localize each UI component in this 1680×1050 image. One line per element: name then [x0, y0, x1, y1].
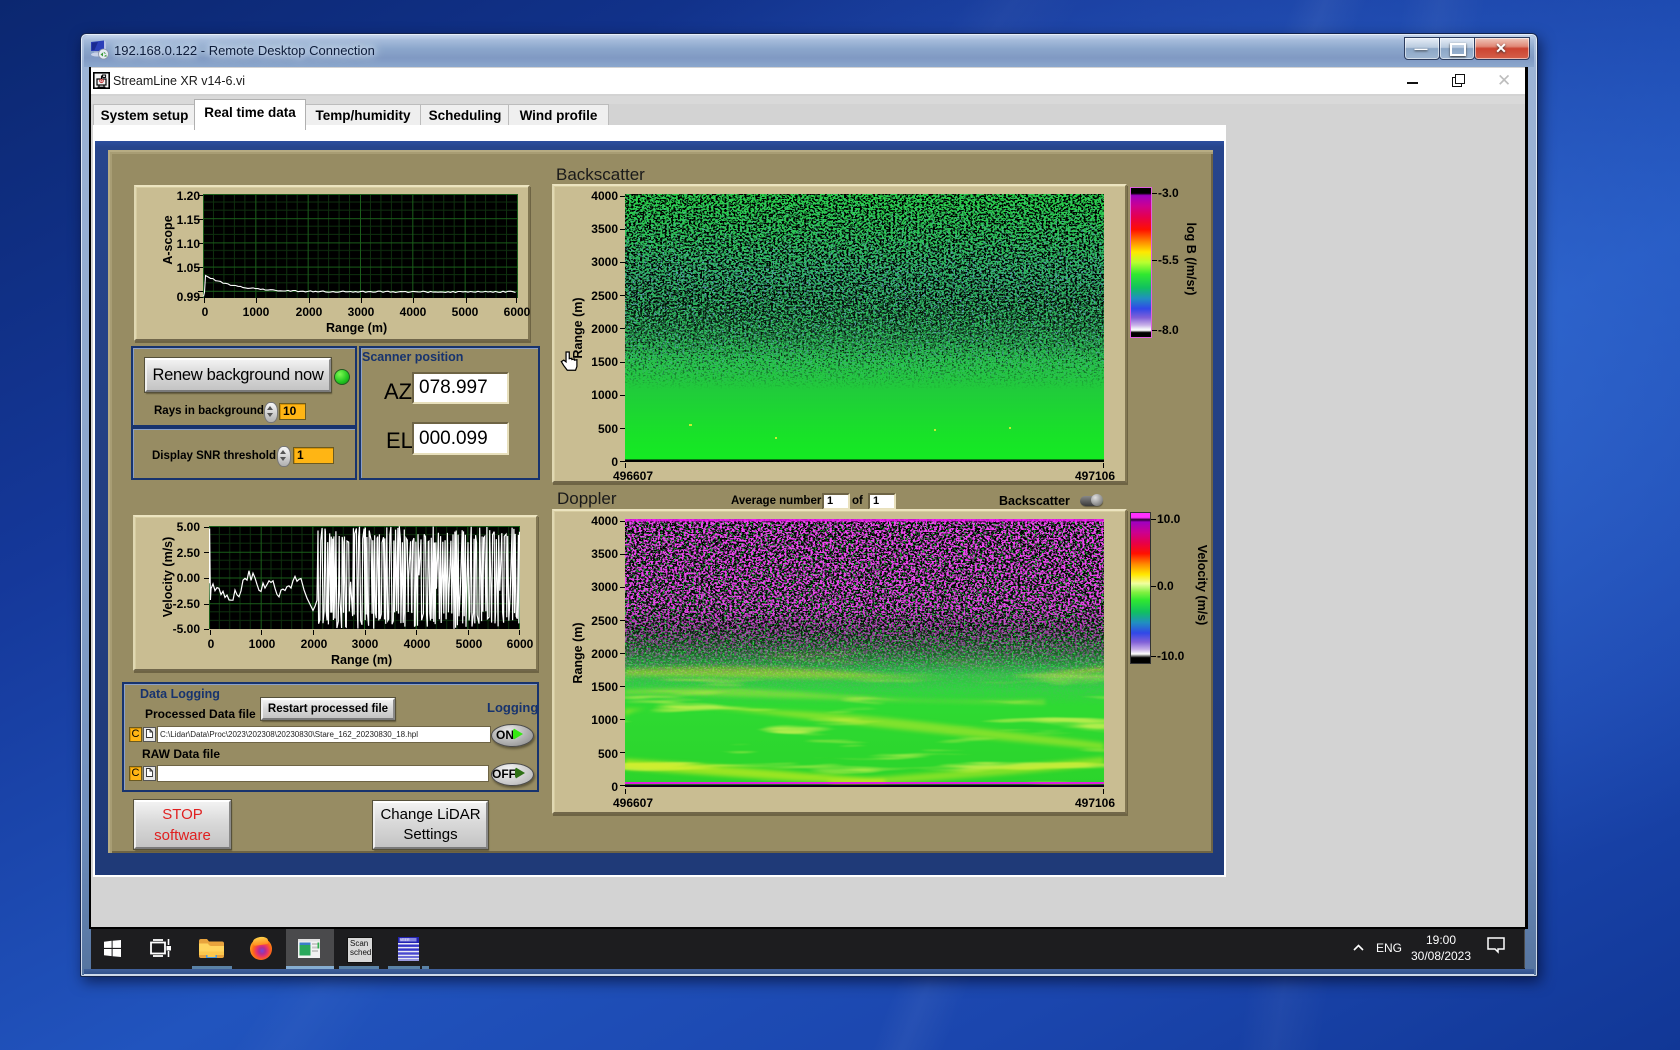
svg-text:VEER: VEER	[400, 938, 410, 942]
